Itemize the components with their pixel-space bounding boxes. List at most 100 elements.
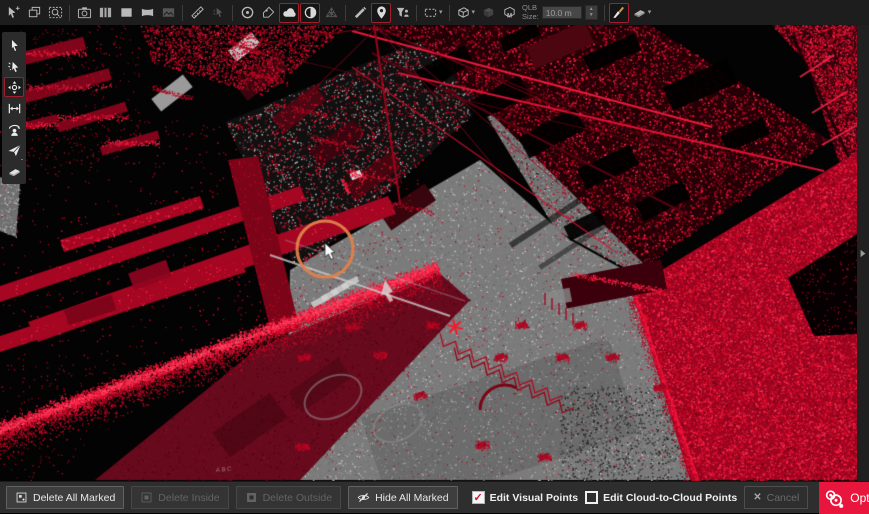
toolbar-separator: [604, 5, 605, 21]
edit-visual-points-checkbox[interactable]: ✓Edit Visual Points: [472, 491, 579, 504]
measure-pen-icon: [353, 5, 368, 20]
top-toolbar: ▾ ▾ M QLBSize:10.0 m▲▼ ▾: [0, 0, 869, 25]
delete-outside-icon: [245, 491, 258, 504]
tool-click-cursor: [208, 3, 228, 23]
tool-lasso-cursor[interactable]: [4, 56, 24, 76]
tool-eraser-3d[interactable]: ▾: [630, 3, 654, 23]
cancel-label: Cancel: [767, 492, 800, 504]
rect-select-icon: [423, 5, 438, 20]
mesh-icon: [324, 5, 339, 20]
contrast-sphere-icon: [303, 5, 318, 20]
click-cursor-icon: [211, 5, 226, 20]
cube-m-icon: M: [502, 5, 517, 20]
chevron-down-icon[interactable]: ▾: [439, 9, 443, 16]
point-cloud-editor-window: ▾ ▾ M QLBSize:10.0 m▲▼ ▾ ˇ Delete All Marked…: [0, 0, 869, 513]
toolbar-separator: [182, 5, 183, 21]
tool-filter-person[interactable]: [392, 3, 412, 23]
tool-zoom-region[interactable]: [45, 3, 65, 23]
qlb-size-stepper[interactable]: ▲▼: [585, 5, 598, 20]
pan-move-icon: [7, 80, 22, 95]
toolbar-separator: [416, 5, 417, 21]
tool-fly-plane[interactable]: [4, 140, 24, 160]
solid-rect-icon: [119, 5, 134, 20]
cube-solid-icon: [481, 5, 496, 20]
tool-location-pin[interactable]: [371, 3, 391, 23]
tool-mesh: [321, 3, 341, 23]
tool-panorama[interactable]: [137, 3, 157, 23]
chevron-icon: ˇ: [21, 160, 23, 166]
left-toolbar: ˇ: [2, 32, 26, 184]
cancel-button: ✕ Cancel: [744, 486, 808, 509]
delete-outside-button: Delete Outside: [236, 486, 341, 509]
checkbox-label: Edit Cloud-to-Cloud Points: [603, 492, 737, 504]
tool-measure-width[interactable]: [4, 98, 24, 118]
location-pin-icon: [374, 5, 389, 20]
measure-width-icon: [7, 101, 22, 116]
tool-rect-select[interactable]: ▾: [421, 3, 445, 23]
toolbar-separator: [449, 5, 450, 21]
optimize-bundle-label: Optimize Bundle: [850, 491, 869, 505]
toolbar-separator: [345, 5, 346, 21]
tool-select-cursor[interactable]: [4, 35, 24, 55]
tool-duplicate-frames[interactable]: [24, 3, 44, 23]
tool-orbit-person[interactable]: [4, 119, 24, 139]
camera-icon: [77, 5, 92, 20]
expand-right-icon: [859, 248, 867, 259]
checked-checkbox-icon[interactable]: ✓: [472, 491, 485, 504]
edit-cloud-to-cloud-points-checkbox[interactable]: Edit Cloud-to-Cloud Points: [585, 491, 737, 504]
orbit-person-icon: [7, 122, 22, 137]
images-icon: [161, 5, 176, 20]
tool-solid-rect[interactable]: [116, 3, 136, 23]
tool-measure-ruler[interactable]: [187, 3, 207, 23]
tool-pointer-export[interactable]: [3, 3, 23, 23]
panorama-icon: [140, 5, 155, 20]
select-cursor-icon: [7, 38, 22, 53]
button-label: Hide All Marked: [375, 492, 449, 504]
tool-eraser-3d[interactable]: ˇ: [4, 161, 24, 181]
tool-cube-wire[interactable]: ▾: [454, 3, 478, 23]
fly-plane-icon: [7, 143, 22, 158]
chevron-down-icon[interactable]: ▾: [648, 9, 652, 16]
hide-all-marked-button[interactable]: Hide All Marked: [348, 486, 458, 509]
measure-ruler-icon: [190, 5, 205, 20]
tool-camera[interactable]: [74, 3, 94, 23]
delete-inside-button: Delete Inside: [131, 486, 228, 509]
optimize-bundle-button[interactable]: Optimize Bundle: [819, 482, 869, 514]
tool-cube-solid: [478, 3, 498, 23]
tool-split-view[interactable]: [95, 3, 115, 23]
tool-pan-move[interactable]: [4, 77, 24, 97]
qlb-size-label: QLBSize:: [522, 4, 539, 21]
unchecked-checkbox-icon[interactable]: [585, 491, 598, 504]
tool-tag[interactable]: [258, 3, 278, 23]
chevron-down-icon[interactable]: ▾: [472, 9, 476, 16]
qlb-size-input[interactable]: 10.0 m: [542, 6, 582, 19]
optimize-bundle-icon: [824, 488, 844, 508]
button-label: Delete Outside: [263, 492, 332, 504]
delete-all-marked-button[interactable]: Delete All Marked: [6, 486, 124, 509]
tool-brush[interactable]: [609, 3, 629, 23]
tag-icon: [261, 5, 276, 20]
brush-icon: [611, 5, 626, 20]
tool-target-disc[interactable]: [237, 3, 257, 23]
split-view-icon: [98, 5, 113, 20]
zoom-region-icon: [48, 5, 63, 20]
tool-cube-m[interactable]: M: [499, 3, 519, 23]
right-panel-expander[interactable]: [857, 25, 869, 481]
toolbar-separator: [232, 5, 233, 21]
lasso-cursor-icon: [7, 59, 22, 74]
delete-inside-icon: [140, 491, 153, 504]
cube-wire-icon: [456, 5, 471, 20]
filter-person-icon: [395, 5, 410, 20]
tool-images: [158, 3, 178, 23]
tool-measure-pen[interactable]: [350, 3, 370, 23]
tool-cloud[interactable]: [279, 3, 299, 23]
cloud-icon: [282, 5, 297, 20]
button-label: Delete All Marked: [33, 492, 115, 504]
duplicate-frames-icon: [27, 5, 42, 20]
point-cloud-viewport[interactable]: [0, 25, 857, 481]
toolbar-separator: [69, 5, 70, 21]
tool-contrast-sphere[interactable]: [300, 3, 320, 23]
close-x-icon: ✕: [753, 492, 761, 503]
qlb-size-control: QLBSize:10.0 m▲▼: [522, 4, 598, 21]
delete-marked-icon: [15, 491, 28, 504]
